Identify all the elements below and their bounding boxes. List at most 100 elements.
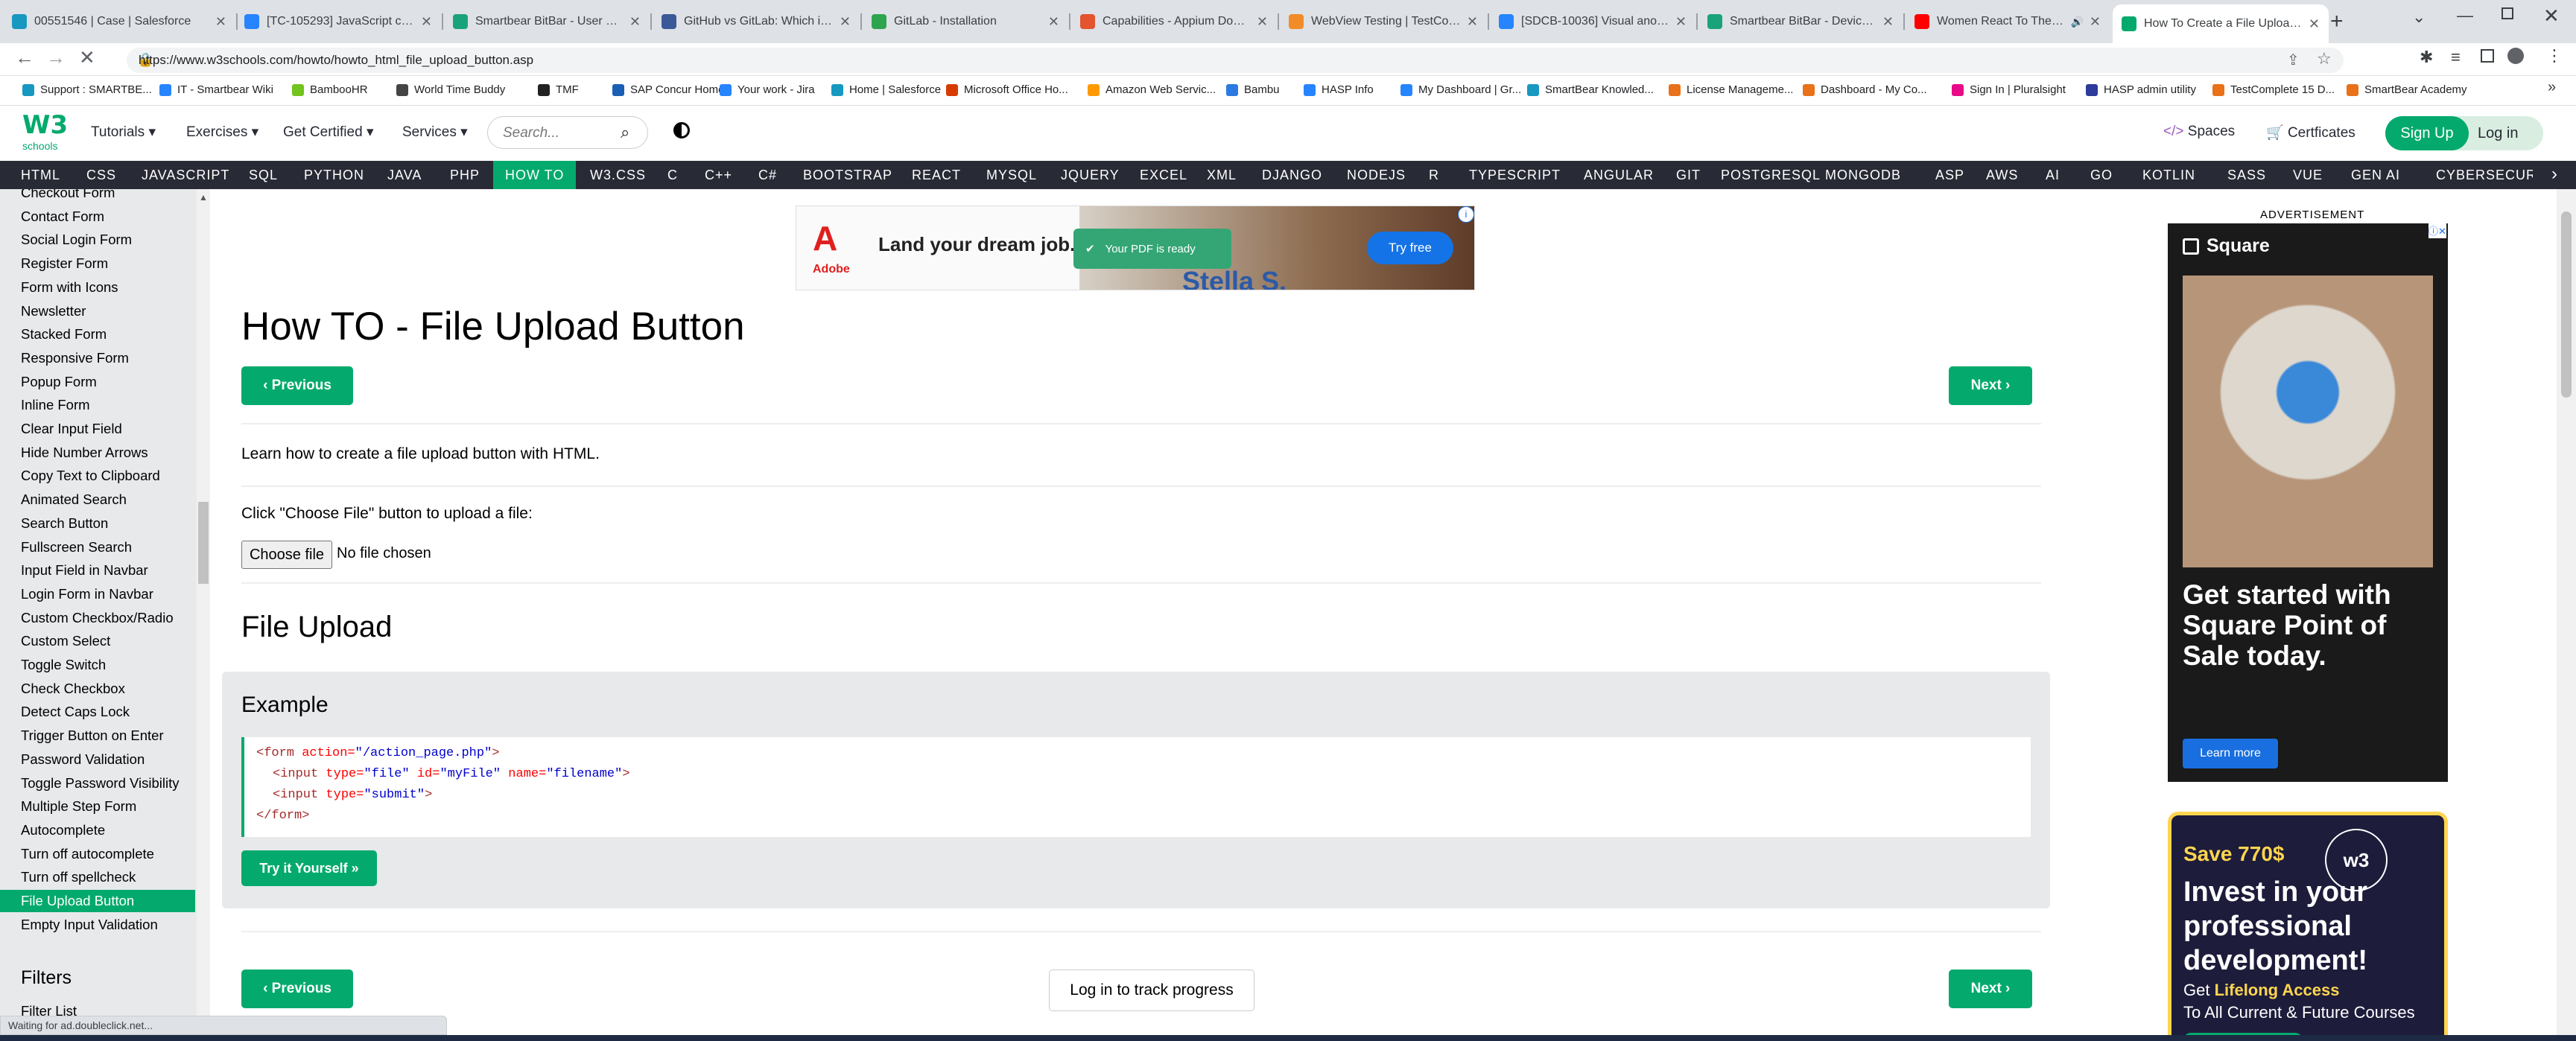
sidebar-item[interactable]: Toggle Switch (21, 657, 106, 673)
browser-tab[interactable]: WebView Testing | TestComp... ✕ (1280, 6, 1487, 37)
tab-close-icon[interactable]: ✕ (421, 14, 432, 30)
tab-audio-icon[interactable]: 🔊 (2070, 16, 2083, 28)
bookmark-item[interactable]: HASP admin utility (2086, 83, 2196, 96)
bookmark-item[interactable]: TMF (538, 83, 579, 96)
topnav-java[interactable]: JAVA (387, 161, 422, 189)
topnav-r[interactable]: R (1429, 161, 1439, 189)
bookmark-item[interactable]: BambooHR (292, 83, 368, 96)
topnav-mysql[interactable]: MYSQL (986, 161, 1037, 189)
media-control-icon[interactable]: ≡ (2451, 48, 2461, 67)
tab-close-icon[interactable]: ✕ (840, 14, 851, 30)
browser-tab[interactable]: 00551546 | Case | Salesforce ✕ (3, 6, 235, 37)
bookmark-item[interactable]: World Time Buddy (396, 83, 505, 96)
tab-close-icon[interactable]: ✕ (1882, 14, 1894, 30)
topnav-javascript[interactable]: JAVASCRIPT (142, 161, 229, 189)
search-box[interactable]: Search... ⌕ (487, 116, 648, 149)
sidebar-item[interactable]: File Upload Button (0, 890, 195, 912)
top-advertisement[interactable]: A Adobe Land your dream job. ✔ Your PDF i… (796, 206, 1475, 290)
topnav-jquery[interactable]: JQUERY (1061, 161, 1120, 189)
address-bar[interactable]: 🔒 https://www.w3schools.com/howto/howto_… (127, 48, 2344, 73)
bookmark-item[interactable]: SAP Concur Home (612, 83, 724, 96)
scroll-up-icon[interactable]: ▲ (199, 192, 208, 203)
sidebar-item[interactable]: Turn off spellcheck (21, 869, 136, 885)
sidebar-item[interactable]: Stacked Form (21, 326, 107, 343)
nav-exercises[interactable]: Exercises ▾ (186, 124, 258, 141)
tab-close-icon[interactable]: ✕ (2309, 16, 2320, 32)
dark-mode-toggle-icon[interactable] (673, 122, 690, 139)
bookmark-item[interactable]: SmartBear Academy (2347, 83, 2467, 96)
topnav-aws[interactable]: AWS (1986, 161, 2018, 189)
page-scrollbar[interactable] (2557, 189, 2576, 1041)
w3-course-advertisement[interactable]: Save 770$ w3 Invest in your professional… (2168, 812, 2448, 1041)
browser-tab[interactable]: Smartbear BitBar - Device Se... ✕ (1698, 6, 1903, 37)
browser-tab[interactable]: Smartbear BitBar - User Detail... ✕ (444, 6, 650, 37)
nav-tutorials[interactable]: Tutorials ▾ (91, 124, 156, 141)
back-icon[interactable]: ← (15, 46, 34, 69)
browser-tab[interactable]: GitHub vs GitLab: Which is Be... ✕ (653, 6, 860, 37)
topnav-python[interactable]: PYTHON (304, 161, 364, 189)
topnav-bootstrap[interactable]: BOOTSTRAP (803, 161, 892, 189)
sidebar-item[interactable]: Checkout Form (21, 189, 115, 201)
topnav-gen-ai[interactable]: GEN AI (2351, 161, 2400, 189)
topnav-sass[interactable]: SASS (2227, 161, 2266, 189)
ad-cta-button[interactable]: Try free (1367, 232, 1453, 264)
sidebar-item[interactable]: Turn off autocomplete (21, 846, 154, 862)
new-tab-button[interactable]: + (2330, 9, 2344, 34)
bookmark-item[interactable]: Dashboard - My Co... (1803, 83, 1927, 96)
topnav-django[interactable]: DJANGO (1262, 161, 1322, 189)
nav-services[interactable]: Services ▾ (402, 124, 468, 141)
topnav-nodejs[interactable]: NODEJS (1347, 161, 1406, 189)
profile-avatar[interactable] (2507, 48, 2524, 64)
search-icon[interactable]: ⌕ (621, 123, 629, 142)
browser-tab[interactable]: Capabilities - Appium Docum... ✕ (1071, 6, 1277, 37)
browser-tab[interactable]: How To Create a File Upload ... ✕ (2113, 4, 2329, 43)
sidebar-item[interactable]: Responsive Form (21, 350, 129, 366)
topnav-c[interactable]: C++ (705, 161, 732, 189)
next-button-bottom[interactable]: Next › (1949, 970, 2032, 1008)
spaces-link[interactable]: </> Spaces (2163, 124, 2235, 140)
topnav-postgresql[interactable]: POSTGRESQL (1721, 161, 1821, 189)
bookmark-item[interactable]: IT - Smartbear Wiki (159, 83, 273, 96)
browser-tab[interactable]: GitLab - Installation ✕ (863, 6, 1068, 37)
topnav-angular[interactable]: ANGULAR (1584, 161, 1654, 189)
ad-info-icon[interactable]: i (1458, 206, 1474, 223)
page-scroll-thumb[interactable] (2561, 211, 2572, 398)
sidebar-item[interactable]: Input Field in Navbar (21, 562, 148, 579)
topnav-scroll-right-icon[interactable]: › (2533, 161, 2576, 189)
topnav-kotlin[interactable]: KOTLIN (2142, 161, 2195, 189)
sidebar-item[interactable]: Animated Search (21, 491, 127, 508)
share-icon[interactable]: ⇪ (2287, 51, 2300, 69)
sidebar-item[interactable]: Empty Input Validation (21, 917, 158, 933)
sidebar-item[interactable]: Hide Number Arrows (21, 445, 148, 461)
bookmark-item[interactable]: Sign In | Pluralsight (1952, 83, 2066, 96)
minimize-icon[interactable]: — (2457, 6, 2473, 25)
topnav-vue[interactable]: VUE (2293, 161, 2323, 189)
certificates-link[interactable]: 🛒 Certficates (2266, 124, 2355, 141)
bookmark-item[interactable]: TestComplete 15 D... (2212, 83, 2335, 96)
topnav-css[interactable]: CSS (86, 161, 116, 189)
sidebar-item[interactable]: Custom Checkbox/Radio (21, 610, 174, 626)
maximize-icon[interactable] (2502, 7, 2513, 19)
tab-close-icon[interactable]: ✕ (629, 14, 641, 30)
topnav-xml[interactable]: XML (1207, 161, 1237, 189)
topnav-react[interactable]: REACT (912, 161, 961, 189)
tab-close-icon[interactable]: ✕ (1048, 14, 1059, 30)
tab-close-icon[interactable]: ✕ (1467, 14, 1478, 30)
topnav-asp[interactable]: ASP (1935, 161, 1964, 189)
topnav-w3-css[interactable]: W3.CSS (590, 161, 646, 189)
nav-get-certified[interactable]: Get Certified ▾ (283, 124, 373, 141)
sidebar-scrollbar[interactable]: ▲ (197, 189, 210, 1041)
bookmark-item[interactable]: Bambu (1226, 83, 1280, 96)
previous-button-bottom[interactable]: ‹ Previous (241, 970, 353, 1008)
sidebar-item[interactable]: Multiple Step Form (21, 798, 136, 815)
previous-button-top[interactable]: ‹ Previous (241, 366, 353, 405)
sidebar-item[interactable]: Contact Form (21, 208, 104, 225)
sidebar-item[interactable]: Trigger Button on Enter (21, 728, 164, 744)
sidebar-item[interactable]: Popup Form (21, 374, 97, 390)
topnav-html[interactable]: HTML (21, 161, 60, 189)
sidebar-item[interactable]: Autocomplete (21, 822, 105, 838)
topnav-c[interactable]: C# (758, 161, 777, 189)
more-bookmarks-icon[interactable]: » (2548, 79, 2556, 96)
track-progress-button[interactable]: Log in to track progress (1049, 970, 1254, 1011)
topnav-ai[interactable]: AI (2046, 161, 2060, 189)
